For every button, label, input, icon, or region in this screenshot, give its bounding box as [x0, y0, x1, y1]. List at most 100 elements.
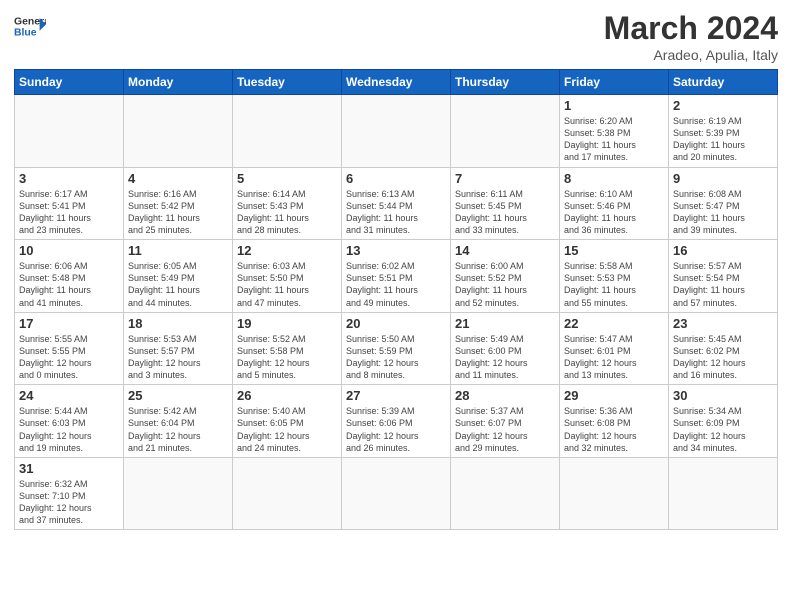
logo: General Blue	[14, 10, 46, 42]
calendar-cell: 31 Sunrise: 6:32 AM Sunset: 7:10 PM Dayli…	[15, 457, 124, 530]
day-info: Sunrise: 5:36 AM Sunset: 6:08 PM Dayligh…	[564, 405, 664, 454]
day-header-tuesday: Tuesday	[233, 70, 342, 95]
day-number: 15	[564, 243, 664, 258]
calendar-cell: 21 Sunrise: 5:49 AM Sunset: 6:00 PM Dayli…	[451, 312, 560, 385]
calendar-table: SundayMondayTuesdayWednesdayThursdayFrid…	[14, 69, 778, 530]
day-number: 9	[673, 171, 773, 186]
calendar-cell: 22Sunrise: 5:47 AM Sunset: 6:01 PM Dayli…	[560, 312, 669, 385]
day-info: Sunrise: 6:17 AM Sunset: 5:41 PM Dayligh…	[19, 188, 119, 237]
day-info: Sunrise: 6:14 AM Sunset: 5:43 PM Dayligh…	[237, 188, 337, 237]
day-number: 31	[19, 461, 119, 476]
calendar-cell: 14Sunrise: 6:00 AM Sunset: 5:52 PM Dayli…	[451, 240, 560, 313]
calendar-cell: 30Sunrise: 5:34 AM Sunset: 6:09 PM Dayli…	[669, 385, 778, 458]
calendar-cell	[669, 457, 778, 530]
day-header-wednesday: Wednesday	[342, 70, 451, 95]
day-number: 12	[237, 243, 337, 258]
day-number: 13	[346, 243, 446, 258]
calendar-cell: 29 Sunrise: 5:36 AM Sunset: 6:08 PM Dayli…	[560, 385, 669, 458]
day-info: Sunrise: 6:03 AM Sunset: 5:50 PM Dayligh…	[237, 260, 337, 309]
calendar-title: March 2024	[604, 10, 778, 47]
calendar-cell	[124, 95, 233, 168]
calendar-cell	[342, 95, 451, 168]
day-info: Sunrise: 6:11 AM Sunset: 5:45 PM Dayligh…	[455, 188, 555, 237]
calendar-subtitle: Aradeo, Apulia, Italy	[604, 47, 778, 63]
day-info: Sunrise: 5:37 AM Sunset: 6:07 PM Dayligh…	[455, 405, 555, 454]
day-info: Sunrise: 5:55 AM Sunset: 5:55 PM Dayligh…	[19, 333, 119, 382]
calendar-cell: 9 Sunrise: 6:08 AM Sunset: 5:47 PM Daylig…	[669, 167, 778, 240]
calendar-cell: 6 Sunrise: 6:13 AM Sunset: 5:44 PM Daylig…	[342, 167, 451, 240]
day-number: 25	[128, 388, 228, 403]
day-number: 6	[346, 171, 446, 186]
calendar-cell: 23 Sunrise: 5:45 AM Sunset: 6:02 PM Dayli…	[669, 312, 778, 385]
day-number: 2	[673, 98, 773, 113]
day-info: Sunrise: 6:20 AM Sunset: 5:38 PM Dayligh…	[564, 115, 664, 164]
calendar-cell: 28 Sunrise: 5:37 AM Sunset: 6:07 PM Dayli…	[451, 385, 560, 458]
calendar-cell	[124, 457, 233, 530]
day-number: 10	[19, 243, 119, 258]
svg-text:Blue: Blue	[14, 28, 37, 39]
page-container: General Blue March 2024 Aradeo, Apulia, …	[0, 0, 792, 540]
day-number: 8	[564, 171, 664, 186]
title-section: March 2024 Aradeo, Apulia, Italy	[604, 10, 778, 63]
day-info: Sunrise: 6:08 AM Sunset: 5:47 PM Dayligh…	[673, 188, 773, 237]
calendar-cell	[15, 95, 124, 168]
calendar-cell: 16 Sunrise: 5:57 AM Sunset: 5:54 PM Dayli…	[669, 240, 778, 313]
calendar-cell: 17Sunrise: 5:55 AM Sunset: 5:55 PM Dayli…	[15, 312, 124, 385]
day-header-thursday: Thursday	[451, 70, 560, 95]
day-header-friday: Friday	[560, 70, 669, 95]
calendar-cell: 27 Sunrise: 5:39 AM Sunset: 6:06 PM Dayli…	[342, 385, 451, 458]
calendar-cell	[233, 95, 342, 168]
day-number: 29	[564, 388, 664, 403]
day-info: Sunrise: 5:58 AM Sunset: 5:53 PM Dayligh…	[564, 260, 664, 309]
calendar-cell: 20Sunrise: 5:50 AM Sunset: 5:59 PM Dayli…	[342, 312, 451, 385]
day-number: 3	[19, 171, 119, 186]
calendar-header-row: SundayMondayTuesdayWednesdayThursdayFrid…	[15, 70, 778, 95]
day-info: Sunrise: 5:57 AM Sunset: 5:54 PM Dayligh…	[673, 260, 773, 309]
day-info: Sunrise: 5:40 AM Sunset: 6:05 PM Dayligh…	[237, 405, 337, 454]
day-info: Sunrise: 5:44 AM Sunset: 6:03 PM Dayligh…	[19, 405, 119, 454]
calendar-cell: 4 Sunrise: 6:16 AM Sunset: 5:42 PM Daylig…	[124, 167, 233, 240]
day-number: 5	[237, 171, 337, 186]
day-info: Sunrise: 5:45 AM Sunset: 6:02 PM Dayligh…	[673, 333, 773, 382]
calendar-cell: 13 Sunrise: 6:02 AM Sunset: 5:51 PM Dayli…	[342, 240, 451, 313]
day-number: 16	[673, 243, 773, 258]
calendar-cell: 25 Sunrise: 5:42 AM Sunset: 6:04 PM Dayli…	[124, 385, 233, 458]
day-number: 21	[455, 316, 555, 331]
day-number: 24	[19, 388, 119, 403]
day-header-monday: Monday	[124, 70, 233, 95]
day-info: Sunrise: 6:05 AM Sunset: 5:49 PM Dayligh…	[128, 260, 228, 309]
calendar-cell: 5 Sunrise: 6:14 AM Sunset: 5:43 PM Daylig…	[233, 167, 342, 240]
day-number: 4	[128, 171, 228, 186]
day-number: 28	[455, 388, 555, 403]
day-info: Sunrise: 5:39 AM Sunset: 6:06 PM Dayligh…	[346, 405, 446, 454]
day-info: Sunrise: 6:32 AM Sunset: 7:10 PM Dayligh…	[19, 478, 119, 527]
day-info: Sunrise: 5:52 AM Sunset: 5:58 PM Dayligh…	[237, 333, 337, 382]
calendar-cell: 15 Sunrise: 5:58 AM Sunset: 5:53 PM Dayli…	[560, 240, 669, 313]
day-info: Sunrise: 6:10 AM Sunset: 5:46 PM Dayligh…	[564, 188, 664, 237]
day-info: Sunrise: 5:34 AM Sunset: 6:09 PM Dayligh…	[673, 405, 773, 454]
logo-icon: General Blue	[14, 10, 46, 42]
day-number: 18	[128, 316, 228, 331]
calendar-cell	[560, 457, 669, 530]
day-header-saturday: Saturday	[669, 70, 778, 95]
day-info: Sunrise: 6:16 AM Sunset: 5:42 PM Dayligh…	[128, 188, 228, 237]
calendar-cell: 2 Sunrise: 6:19 AM Sunset: 5:39 PM Daylig…	[669, 95, 778, 168]
day-number: 27	[346, 388, 446, 403]
calendar-cell: 12 Sunrise: 6:03 AM Sunset: 5:50 PM Dayli…	[233, 240, 342, 313]
calendar-cell: 19 Sunrise: 5:52 AM Sunset: 5:58 PM Dayli…	[233, 312, 342, 385]
day-number: 26	[237, 388, 337, 403]
day-info: Sunrise: 6:02 AM Sunset: 5:51 PM Dayligh…	[346, 260, 446, 309]
day-number: 19	[237, 316, 337, 331]
calendar-cell: 10Sunrise: 6:06 AM Sunset: 5:48 PM Dayli…	[15, 240, 124, 313]
day-info: Sunrise: 5:49 AM Sunset: 6:00 PM Dayligh…	[455, 333, 555, 382]
day-info: Sunrise: 5:42 AM Sunset: 6:04 PM Dayligh…	[128, 405, 228, 454]
calendar-cell: 3 Sunrise: 6:17 AM Sunset: 5:41 PM Daylig…	[15, 167, 124, 240]
calendar-cell: 11Sunrise: 6:05 AM Sunset: 5:49 PM Dayli…	[124, 240, 233, 313]
day-number: 14	[455, 243, 555, 258]
day-info: Sunrise: 6:19 AM Sunset: 5:39 PM Dayligh…	[673, 115, 773, 164]
calendar-cell: 8 Sunrise: 6:10 AM Sunset: 5:46 PM Daylig…	[560, 167, 669, 240]
day-info: Sunrise: 5:53 AM Sunset: 5:57 PM Dayligh…	[128, 333, 228, 382]
day-number: 23	[673, 316, 773, 331]
day-info: Sunrise: 6:13 AM Sunset: 5:44 PM Dayligh…	[346, 188, 446, 237]
calendar-cell: 1Sunrise: 6:20 AM Sunset: 5:38 PM Daylig…	[560, 95, 669, 168]
